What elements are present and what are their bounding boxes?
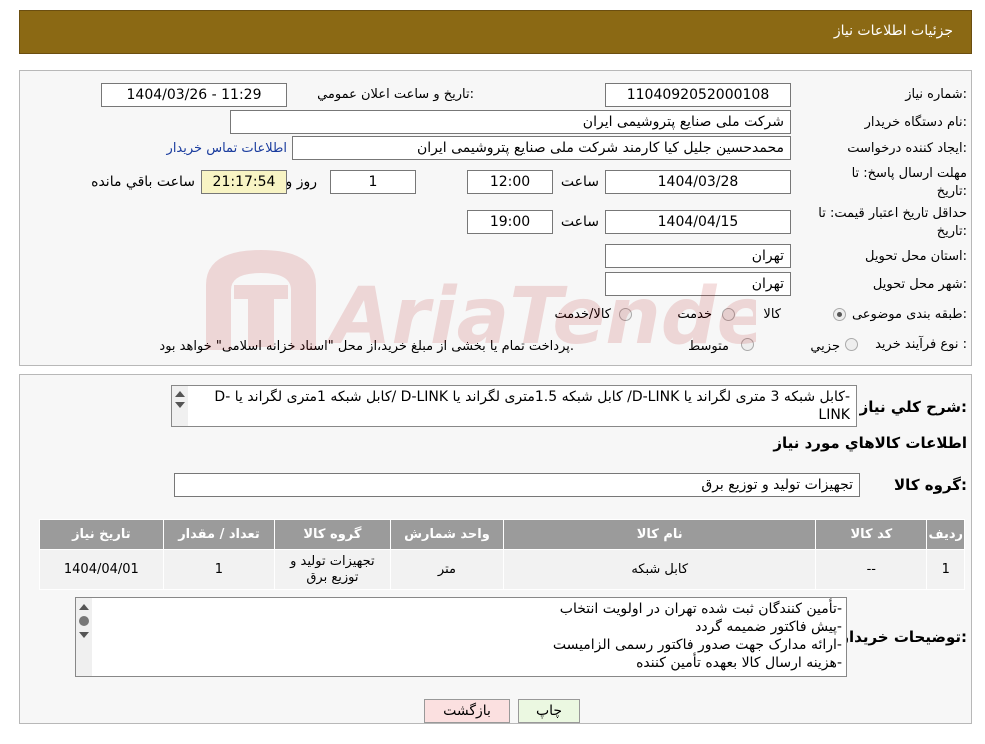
cell-code: -- [815, 549, 928, 590]
col-code: کد کالا [815, 519, 928, 550]
col-qty: تعداد / مقدار [162, 519, 276, 550]
deadline-label: مهلت ارسال پاسخ: تا [851, 166, 967, 181]
table-row: 1 -- کابل شبکه متر تجهيزات توليد و توزيع… [39, 549, 965, 590]
cell-group: تجهيزات توليد و توزيع برق [274, 549, 391, 590]
cell-qty: 1 [162, 549, 276, 590]
table-header-row: رديف کد کالا نام کالا واحد شمارش گروه کا… [39, 519, 965, 550]
province-field: تهران [605, 244, 791, 268]
scroll-down-icon[interactable] [175, 402, 185, 408]
scroll-up-icon[interactable] [175, 391, 185, 397]
page-header: جزئيات اطلاعات نياز [19, 10, 972, 54]
goods-group-field: تجهيزات توليد و توزيع برق [174, 473, 860, 497]
validity-time-label: ساعت [560, 214, 599, 230]
days-field: 1 [330, 170, 416, 194]
goods-section-title: اطلاعات کالاهاي مورد نياز [773, 434, 967, 452]
category-radio-goods-service[interactable] [619, 308, 632, 321]
process-radio-medium[interactable] [741, 338, 754, 351]
province-label: استان محل تحويل: [865, 249, 967, 264]
validity-time-field: 19:00 [467, 210, 553, 234]
summary-textarea[interactable]: -کابل شبکه 3 متری لگراند یا D-LINK/ کابل… [171, 385, 857, 427]
notes-line-2: -پیش فاکتور ضمیمه گردد [695, 619, 842, 635]
col-row: رديف [926, 519, 965, 550]
announce-label: تاريخ و ساعت اعلان عمومي: [317, 87, 474, 102]
notes-scroll-down-icon[interactable] [79, 632, 89, 638]
col-name: نام کالا [503, 519, 817, 550]
print-button[interactable]: چاپ [518, 699, 580, 723]
category-radio-service[interactable] [722, 308, 735, 321]
validity-date-field: 1404/04/15 [605, 210, 791, 234]
notes-line-1: -تأمین کنندگان ثبت شده تهران در اولویت ا… [559, 601, 842, 617]
cell-unit: متر [389, 549, 505, 590]
col-unit: واحد شمارش [389, 519, 505, 550]
cell-date: 1404/04/01 [39, 549, 164, 590]
col-group: گروه کالا [274, 519, 391, 550]
validity-label-date: تاريخ: [936, 224, 967, 239]
remaining-time-field: 21:17:54 [201, 170, 287, 194]
summary-label: شرح کلي نياز: [859, 398, 967, 416]
process-radio-minor[interactable] [845, 338, 858, 351]
validity-label: حداقل تاريخ اعتبار قيمت: تا [818, 206, 967, 221]
buyer-field: شرکت ملی صنایع پتروشیمی ایران [230, 110, 791, 134]
cell-row: 1 [926, 549, 965, 590]
creator-field: محمدحسین جلیل کیا کارمند شرکت ملی صنایع … [292, 136, 791, 160]
city-field: تهران [605, 272, 791, 296]
process-option-minor: جزيي [810, 339, 840, 354]
category-option-goods-service: کالا/خدمت [554, 307, 611, 322]
buyer-contact-link[interactable]: اطلاعات تماس خريدار [167, 141, 287, 156]
cell-name: کابل شبکه [503, 549, 817, 590]
deadline-label-date: تاريخ: [936, 184, 967, 199]
col-date: تاريخ نياز [39, 519, 164, 550]
cell-group-line2: توزيع برق [306, 569, 359, 585]
notes-scrollbar[interactable] [76, 598, 92, 676]
notes-scroll-thumb[interactable] [79, 616, 89, 626]
back-button[interactable]: بازگشت [424, 699, 510, 723]
need-number-label: شماره نياز: [905, 87, 967, 102]
deadline-time-label: ساعت [560, 174, 599, 190]
process-label: نوع فرآيند خريد : [875, 337, 967, 352]
buyer-label: نام دستگاه خريدار: [864, 115, 967, 130]
goods-table: رديف کد کالا نام کالا واحد شمارش گروه کا… [39, 519, 965, 590]
summary-text: -کابل شبکه 3 متری لگراند یا D-LINK/ کابل… [214, 389, 850, 423]
days-label: روز و [285, 174, 318, 190]
category-option-goods: کالا [763, 307, 781, 322]
notes-line-3: -ارائه مدارک جهت صدور فاکتور رسمی الزامی… [552, 637, 842, 653]
notes-textarea[interactable]: -تأمین کنندگان ثبت شده تهران در اولویت ا… [75, 597, 847, 677]
cell-group-line1: تجهيزات توليد و [290, 553, 375, 569]
process-option-medium: متوسط [688, 339, 729, 354]
notes-scroll-up-icon[interactable] [79, 604, 89, 610]
city-label: شهر محل تحويل: [872, 277, 967, 292]
category-label: طبقه بندی موضوعی: [851, 307, 967, 322]
creator-label: ايجاد کننده درخواست: [847, 141, 967, 156]
need-number-field: 1104092052000108 [605, 83, 791, 107]
category-radio-goods[interactable] [833, 308, 846, 321]
notes-line-4: -هزینه ارسال کالا بعهده تأمین کننده [636, 655, 842, 671]
deadline-date-field: 1404/03/28 [605, 170, 791, 194]
remaining-time-label: ساعت باقي مانده [91, 174, 195, 190]
goods-group-label: گروه کالا: [894, 476, 967, 494]
summary-scrollbar[interactable] [172, 386, 188, 426]
notes-label: توضيحات خريدار: [840, 628, 967, 646]
page-title: جزئيات اطلاعات نياز [833, 23, 953, 39]
announce-field: 1404/03/26 - 11:29 [101, 83, 287, 107]
deadline-time-field: 12:00 [467, 170, 553, 194]
category-option-service: خدمت [677, 307, 712, 322]
process-note: پرداخت تمام يا بخشی از مبلغ خريد،از محل … [159, 339, 574, 354]
